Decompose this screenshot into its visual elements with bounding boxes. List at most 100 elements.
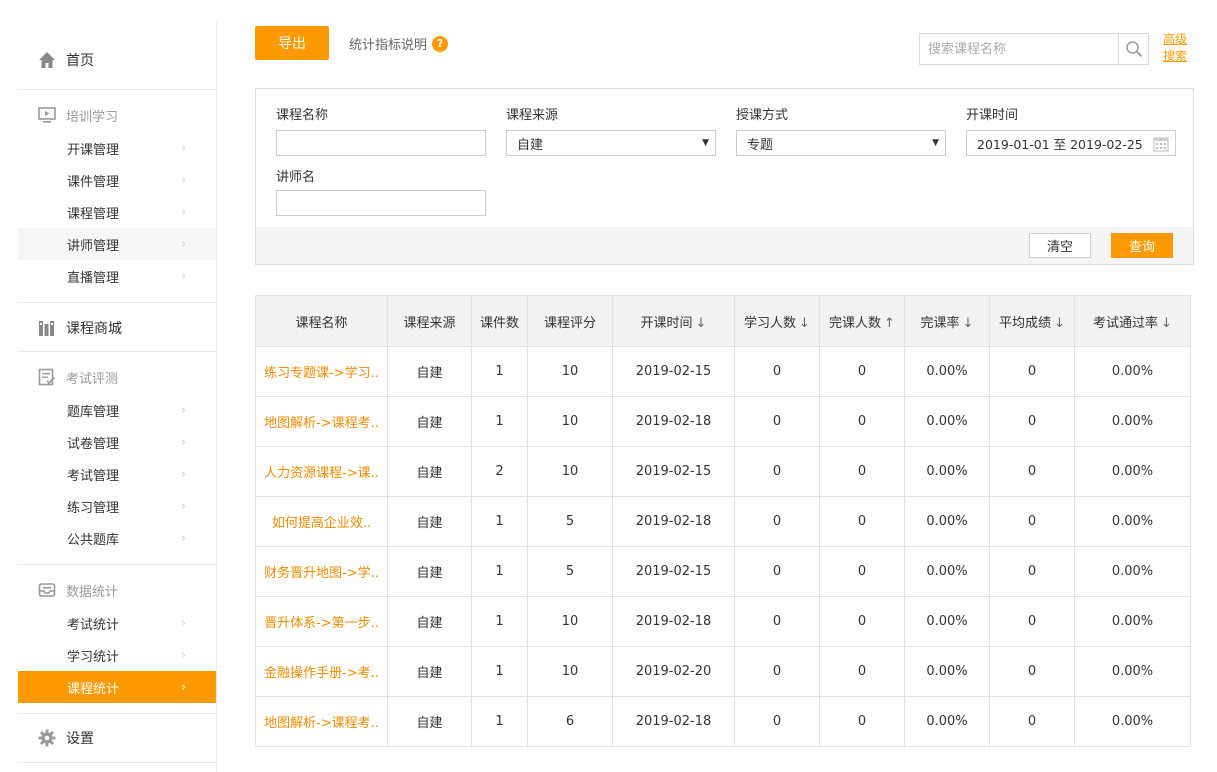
sidebar-group-title: 培训学习 [18, 90, 216, 132]
sidebar-item-open-course[interactable]: 开课管理 › [18, 132, 216, 164]
table-cell: 1 [471, 346, 528, 397]
query-button[interactable]: 查询 [1111, 233, 1173, 258]
sidebar-item-question-bank[interactable]: 题库管理 › [18, 394, 216, 426]
sidebar-item-course-mall[interactable]: 课程商城 [18, 303, 216, 351]
sort-down-icon[interactable]: ↓ [799, 316, 810, 331]
teaching-mode-select[interactable]: 专题 ▼ [736, 130, 946, 156]
course-name-link[interactable]: 如何提高企业效.. [255, 496, 388, 547]
export-button[interactable]: 导出 [255, 26, 329, 60]
course-name-link[interactable]: 地图解析->课程考.. [255, 396, 388, 447]
table-cell: 0.00% [1074, 346, 1191, 397]
table-body: 练习专题课->学习.. 自建 1 10 2019-02-15 0 0 0.00% 0 0.00% 地… [255, 346, 1191, 747]
table-cell: 0 [734, 546, 820, 597]
table-cell: 0 [989, 696, 1075, 747]
table-cell: 自建 [387, 646, 472, 697]
sidebar-group-mall: 课程商城 [18, 303, 216, 352]
table-cell: 1 [471, 496, 528, 547]
chevron-right-icon: › [181, 237, 186, 251]
table-cell: 0 [819, 646, 905, 697]
sidebar-item-course-stats[interactable]: 课程统计 › [18, 671, 216, 703]
course-name-link[interactable]: 金融操作手册->考.. [255, 646, 388, 697]
teacher-name-input[interactable] [276, 190, 486, 216]
search-input[interactable] [920, 34, 1118, 64]
table-cell: 1 [471, 646, 528, 697]
chevron-right-icon: › [181, 648, 186, 662]
sidebar-group-exam: 考试评测 题库管理 › 试卷管理 › 考试管理 › 练习管理 › 公共题库 › [18, 352, 216, 565]
column-header[interactable]: 平均成绩 ↓ [989, 295, 1075, 347]
sidebar-home-label: 首页 [66, 52, 94, 69]
sidebar-item-courseware[interactable]: 课件管理 › [18, 164, 216, 196]
chevron-right-icon: › [181, 467, 186, 481]
table-cell: 0 [989, 396, 1075, 447]
course-name-link[interactable]: 练习专题课->学习.. [255, 346, 388, 397]
sort-down-icon[interactable]: ↓ [1054, 316, 1065, 331]
table-cell: 2019-02-18 [612, 496, 735, 547]
teaching-mode-field: 授课方式 专题 ▼ [736, 104, 946, 156]
column-header[interactable]: 完课率 ↓ [904, 295, 990, 347]
search-button[interactable] [1118, 34, 1148, 64]
stat-explain-link[interactable]: 统计指标说明 ? [349, 34, 449, 53]
course-stats-table: 课程名称 课程来源 课件数 课程评分 开课时间 ↓ 学习人数 ↓ 完课人数 ↑ 完课率 ↓ 平均成绩 ↓ 考… [255, 295, 1191, 747]
clear-button[interactable]: 清空 [1029, 233, 1091, 258]
table-cell: 0.00% [1074, 646, 1191, 697]
sidebar-item-course-mgmt[interactable]: 课程管理 › [18, 196, 216, 228]
advanced-search-link[interactable]: 高级搜索 [1163, 31, 1191, 65]
table-cell: 0 [734, 346, 820, 397]
course-source-select[interactable]: 自建 ▼ [506, 130, 716, 156]
table-cell: 2019-02-15 [612, 446, 735, 497]
column-header: 课程名称 [255, 295, 388, 347]
sidebar-item-home[interactable]: 首页 [18, 20, 216, 90]
column-header[interactable]: 开课时间 ↓ [612, 295, 735, 347]
sidebar-item-practice-mgmt[interactable]: 练习管理 › [18, 490, 216, 522]
table-cell: 0.00% [904, 596, 990, 647]
course-name-input[interactable] [276, 130, 486, 156]
sidebar-item-exam-stats[interactable]: 考试统计 › [18, 607, 216, 639]
course-name-link[interactable]: 人力资源课程->课.. [255, 446, 388, 497]
table-cell: 0 [734, 496, 820, 547]
dropdown-arrow-icon: ▼ [932, 138, 939, 148]
column-header[interactable]: 完课人数 ↑ [819, 295, 905, 347]
sidebar-group-title: 考试评测 [18, 352, 216, 394]
sidebar-item-live-mgmt[interactable]: 直播管理 › [18, 260, 216, 292]
column-header[interactable]: 考试通过率 ↓ [1074, 295, 1191, 347]
chevron-right-icon: › [181, 269, 186, 283]
table-cell: 2019-02-20 [612, 646, 735, 697]
sidebar-item-study-stats[interactable]: 学习统计 › [18, 639, 216, 671]
teacher-name-field: 讲师名 [276, 166, 486, 216]
table-cell: 0 [989, 546, 1075, 597]
table-cell: 0 [989, 446, 1075, 497]
sidebar-item-teacher-mgmt[interactable]: 讲师管理 › [18, 228, 216, 260]
column-header: 课件数 [471, 295, 528, 347]
table-cell: 6 [527, 696, 613, 747]
course-name-field: 课程名称 [276, 104, 486, 156]
table-cell: 0.00% [904, 346, 990, 397]
course-name-link[interactable]: 晋升体系->第一步.. [255, 596, 388, 647]
sort-up-icon[interactable]: ↑ [884, 316, 895, 331]
table-row: 练习专题课->学习.. 自建 1 10 2019-02-15 0 0 0.00% 0 0.00% [255, 346, 1191, 397]
table-cell: 0.00% [904, 546, 990, 597]
table-cell: 0 [819, 496, 905, 547]
monitor-play-icon [38, 106, 56, 124]
table-cell: 1 [471, 546, 528, 597]
course-name-link[interactable]: 地图解析->课程考.. [255, 696, 388, 747]
chevron-right-icon: › [181, 616, 186, 630]
sort-down-icon[interactable]: ↓ [963, 316, 974, 331]
date-range-input[interactable]: 2019-01-01 至 2019-02-25 [966, 130, 1176, 156]
table-cell: 0.00% [1074, 396, 1191, 447]
table-cell: 0 [819, 346, 905, 397]
table-header-row: 课程名称 课程来源 课件数 课程评分 开课时间 ↓ 学习人数 ↓ 完课人数 ↑ 完课率 ↓ 平均成绩 ↓ 考… [255, 295, 1191, 347]
table-cell: 0.00% [1074, 546, 1191, 597]
sidebar-item-settings[interactable]: 设置 [18, 714, 216, 763]
column-header[interactable]: 学习人数 ↓ [734, 295, 820, 347]
sort-down-icon[interactable]: ↓ [1161, 316, 1172, 331]
calendar-icon[interactable] [1153, 136, 1169, 155]
sidebar-item-public-bank[interactable]: 公共题库 › [18, 522, 216, 554]
home-icon [38, 51, 56, 69]
sidebar-item-paper-mgmt[interactable]: 试卷管理 › [18, 426, 216, 458]
sort-down-icon[interactable]: ↓ [696, 316, 707, 331]
course-name-link[interactable]: 财务晋升地图->学.. [255, 546, 388, 597]
table-cell: 0.00% [1074, 496, 1191, 547]
chevron-right-icon: › [181, 531, 186, 545]
sidebar-item-exam-mgmt[interactable]: 考试管理 › [18, 458, 216, 490]
table-cell: 0 [819, 546, 905, 597]
